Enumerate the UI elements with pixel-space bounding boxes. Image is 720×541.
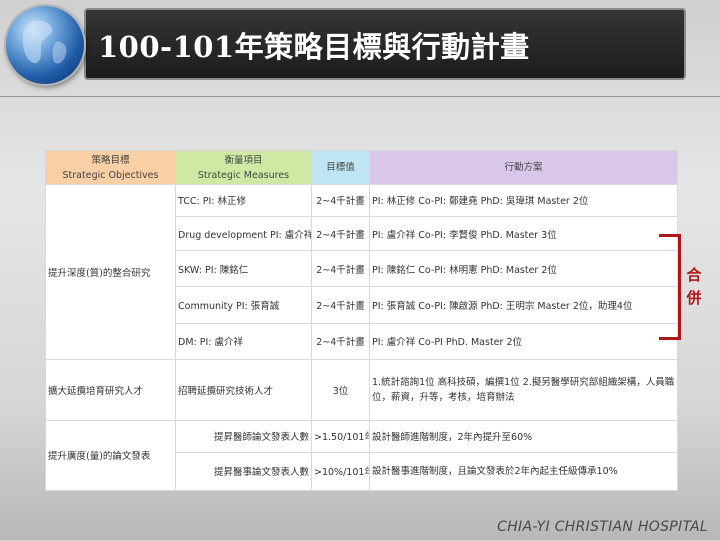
action-cell: 設計醫事進階制度，且論文發表於2年內起主任級傳承10%: [369, 451, 678, 492]
measure-cell: TCC: PI: 林正修: [175, 184, 312, 217]
header-measure-en: Strategic Measures: [197, 169, 290, 181]
action-cell: PI: 盧介祥 Co-PI PhD. Master 2位: [369, 322, 678, 360]
measure-cell: DM: PI: 盧介祥: [175, 322, 312, 360]
action-cell: 設計醫師進階制度，2年內提升至60%: [369, 419, 678, 453]
header-measure: 衡量項目 Strategic Measures: [175, 150, 312, 185]
measure-cell: 招聘延攬研究技術人才: [175, 358, 312, 421]
table-row: 擴大延攬培育研究人才 招聘延攬研究技術人才 3位 1.統計諮詢1位 高科技碩，編…: [45, 358, 678, 421]
action-cell: 1.統計諮詢1位 高科技碩，編撰1位 2.擬另醫學研究部組織架構，人員職位，薪資…: [369, 358, 678, 421]
merge-label-char-1: 合: [686, 266, 702, 284]
table-row: 提升深度(質)的整合研究 TCC: PI: 林正修 2~4千計畫 PI: 林正修…: [45, 184, 678, 360]
header-action: 行動方案: [369, 150, 678, 185]
kpi-cell: 2~4千計畫: [311, 184, 370, 217]
kpi-cell: 2~4千計畫: [311, 250, 370, 288]
objective-cell: 提升廣度(量)的論文發表: [45, 419, 176, 492]
measure-cell: Community PI: 張育誠: [175, 286, 312, 324]
kpi-cell: 2~4千計畫: [311, 286, 370, 324]
hospital-footer: CHIA-YI CHRISTIAN HOSPITAL: [497, 519, 708, 535]
header-objective-en: Strategic Objectives: [62, 169, 159, 181]
table-row: 提升廣度(量)的論文發表 提昇醫師論文發表人數 >1.50/101年 設計醫師進…: [45, 419, 678, 492]
merge-label: 合 併: [684, 264, 704, 310]
header-objective-zh: 策略目標: [91, 154, 130, 166]
merge-bracket: [659, 234, 681, 340]
kpi-cell: 2~4千計畫: [311, 215, 370, 252]
page-title: 100-101年策略目標與行動計畫: [98, 30, 530, 64]
objective-cell: 提升深度(質)的整合研究: [45, 184, 176, 360]
objective-cell: 擴大延攬培育研究人才: [45, 358, 176, 421]
measure-cell: 提昇醫師論文發表人數: [175, 419, 312, 453]
measure-cell: SKW: PI: 陳銘仁: [175, 250, 312, 288]
kpi-cell: 3位: [311, 358, 370, 421]
merge-label-char-2: 併: [686, 289, 702, 307]
action-cell: PI: 陳銘仁 Co-PI: 林明憲 PhD: Master 2位: [369, 250, 678, 288]
globe-logo: [6, 6, 84, 84]
header-measure-zh: 衡量項目: [224, 154, 263, 166]
kpi-cell: 2~4千計畫: [311, 322, 370, 360]
action-cell: PI: 林正修 Co-PI: 鄭建堯 PhD: 吳瑋琪 Master 2位: [369, 184, 678, 217]
header-objective: 策略目標 Strategic Objectives: [45, 150, 176, 185]
kpi-cell: >10%/101年: [311, 451, 370, 492]
measure-cell: Drug development PI: 盧介祥: [175, 215, 312, 252]
strategy-table: 策略目標 Strategic Objectives 衡量項目 Strategic…: [45, 150, 678, 492]
action-cell: PI: 張育誠 Co-PI: 陳啟源 PhD: 王明宗 Master 2位，助理…: [369, 286, 678, 324]
action-cell: PI: 盧介祥 Co-PI: 李賢俊 PhD. Master 3位: [369, 215, 678, 252]
measure-cell: 提昇醫事論文發表人數: [175, 451, 312, 492]
kpi-cell: >1.50/101年: [311, 419, 370, 453]
header-kpi: 目標值: [311, 150, 370, 185]
